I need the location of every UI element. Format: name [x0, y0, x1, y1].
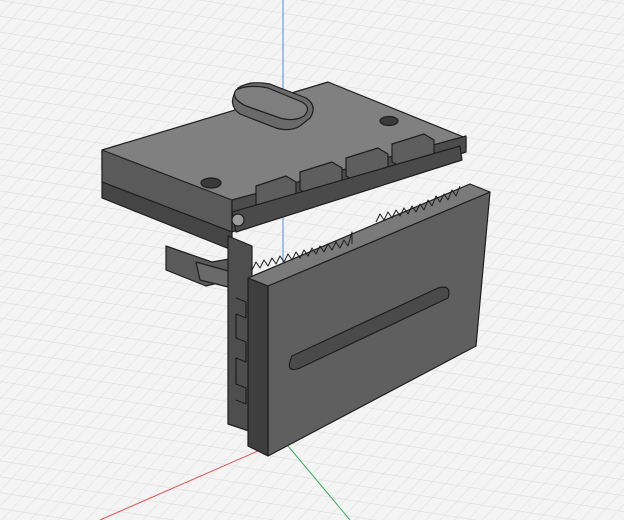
3d-viewport[interactable] — [0, 0, 624, 520]
front-plate-side — [247, 277, 269, 457]
mount-hole-right — [379, 115, 399, 127]
mount-hole-left — [200, 177, 222, 189]
hinge-pin — [231, 213, 245, 227]
scene-canvas[interactable] — [0, 0, 624, 520]
